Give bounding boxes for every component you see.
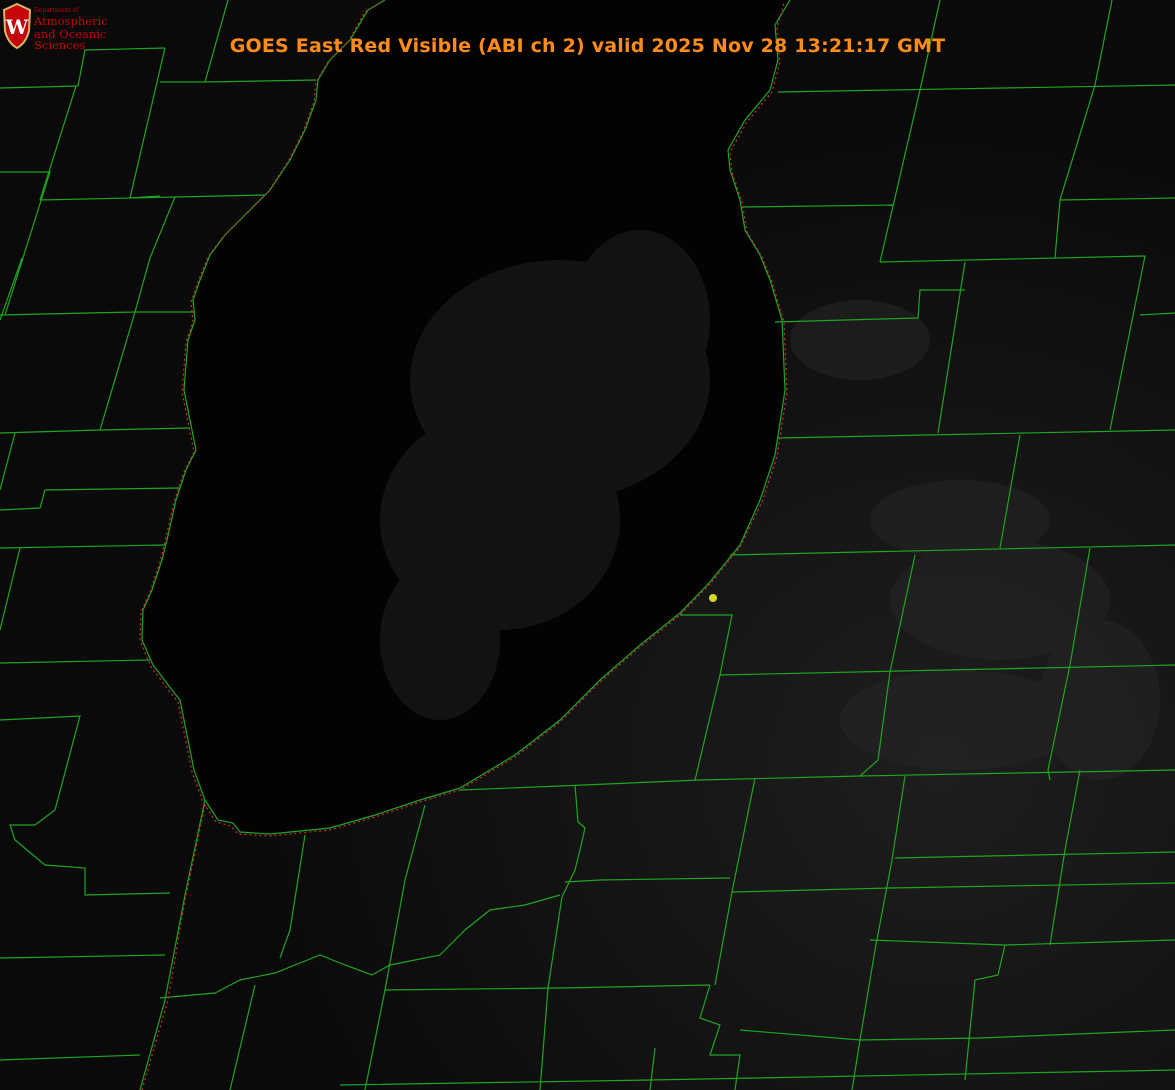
- logo-line-1: Atmospheric: [34, 14, 108, 28]
- image-title: GOES East Red Visible (ABI ch 2) valid 2…: [229, 35, 946, 57]
- location-marker: [709, 594, 717, 602]
- satellite-map: [0, 0, 1175, 1090]
